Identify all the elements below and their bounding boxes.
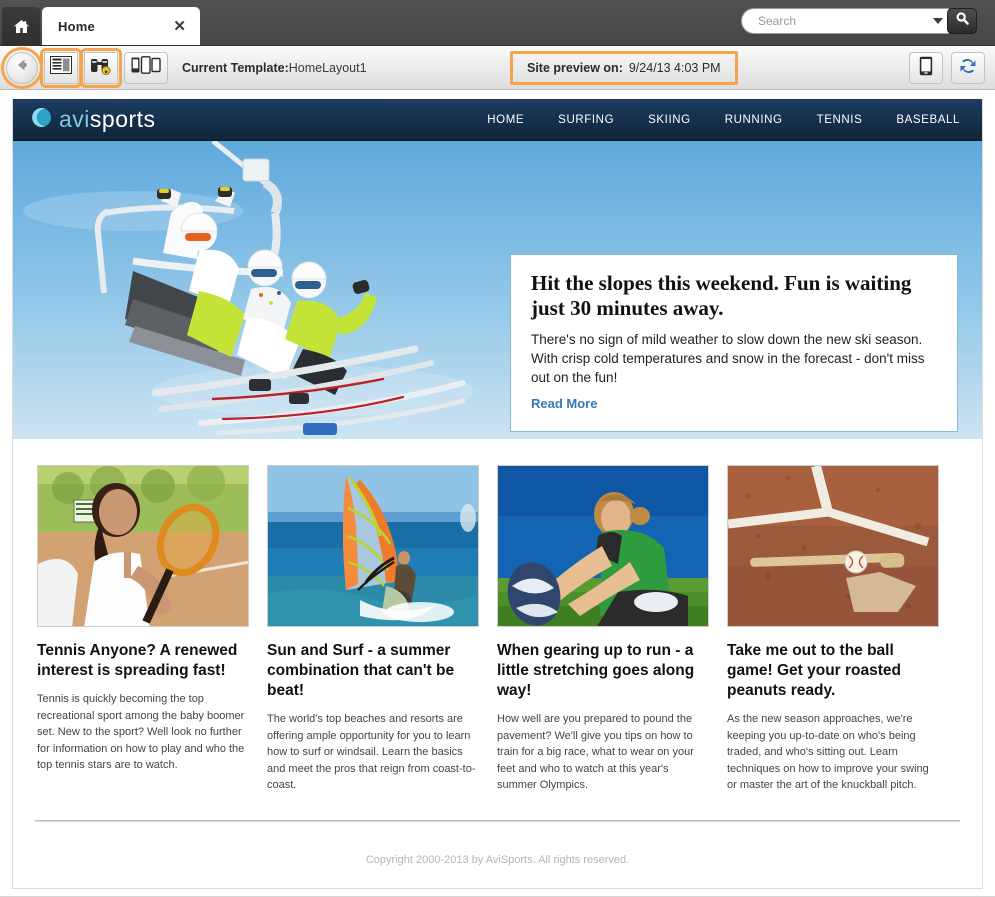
site-logo[interactable]: avisports <box>31 106 156 133</box>
site-preview-canvas: avisports HOME SURFING SKIING RUNNING TE… <box>0 90 995 897</box>
article-image-baseball[interactable] <box>727 465 939 627</box>
site-preview-label: Site preview on: <box>527 61 623 75</box>
current-template-label: Current Template: <box>182 60 289 75</box>
nav-item-tennis[interactable]: TENNIS <box>817 114 863 126</box>
footer-copyright: Copyright 2000-2013 by AviSports. All ri… <box>365 854 630 866</box>
nav-item-baseball[interactable]: BASEBALL <box>896 114 960 126</box>
site-preview-value: 9/24/13 4:03 PM <box>628 61 721 75</box>
home-button[interactable] <box>2 7 40 45</box>
article-image-running[interactable] <box>497 465 709 627</box>
article-title[interactable]: Sun and Surf - a summer combination that… <box>267 641 479 701</box>
toolbar-right-actions <box>909 52 985 84</box>
home-icon <box>13 19 30 34</box>
svg-text:●: ● <box>104 69 108 75</box>
multi-device-icon <box>131 56 161 79</box>
article-card-tennis: Tennis Anyone? A renewed interest is spr… <box>37 465 249 794</box>
hero-headline: Hit the slopes this weekend. Fun is wait… <box>531 271 912 320</box>
site-footer: Copyright 2000-2013 by AviSports. All ri… <box>13 814 982 888</box>
chevron-down-icon[interactable] <box>933 18 943 24</box>
refresh-sync-button[interactable] <box>951 52 985 84</box>
page-layout-icon <box>50 56 72 79</box>
mobile-preview-button[interactable] <box>909 52 943 84</box>
article-image-surfing[interactable] <box>267 465 479 627</box>
multi-device-button[interactable] <box>124 51 168 84</box>
hero-body: There's no sign of mild weather to slow … <box>531 332 925 385</box>
logo-prefix: avi <box>59 106 90 132</box>
site-header: avisports HOME SURFING SKIING RUNNING TE… <box>13 99 982 141</box>
article-body: How well are you prepared to pound the p… <box>497 713 694 791</box>
article-card-surfing: Sun and Surf - a summer combination that… <box>267 465 479 794</box>
rendered-site: avisports HOME SURFING SKIING RUNNING TE… <box>12 99 983 889</box>
tab-home[interactable]: Home ✕ <box>42 7 200 45</box>
back-button[interactable] <box>1 46 43 89</box>
current-template: Current Template:HomeLayout1 <box>182 61 367 75</box>
refresh-sync-icon <box>958 57 978 80</box>
browser-tab-strip: Home ✕ <box>0 0 995 46</box>
article-title[interactable]: Take me out to the ball game! Get your r… <box>727 641 939 701</box>
site-logo-text: avisports <box>59 106 156 133</box>
close-icon[interactable]: ✕ <box>169 19 190 34</box>
article-body: As the new season approaches, we're keep… <box>727 713 929 791</box>
article-card-baseball: Take me out to the ball game! Get your r… <box>727 465 939 794</box>
application-window: Home ✕ Search ● Current Template:HomeLay… <box>0 0 995 897</box>
article-cards: Tennis Anyone? A renewed interest is spr… <box>13 439 982 794</box>
nav-item-home[interactable]: HOME <box>487 114 524 126</box>
site-preview-indicator[interactable]: Site preview on: 9/24/13 4:03 PM <box>510 51 738 85</box>
nav-item-skiing[interactable]: SKIING <box>648 114 691 126</box>
search-button[interactable] <box>947 8 977 34</box>
footer-divider <box>35 820 960 822</box>
hero-banner: Hit the slopes this weekend. Fun is wait… <box>13 141 982 439</box>
current-template-value: HomeLayout1 <box>288 60 367 75</box>
tab-label: Home <box>58 18 95 34</box>
back-arrow-icon <box>14 57 30 78</box>
search-container <box>741 8 977 34</box>
mobile-device-icon <box>919 56 933 81</box>
search-field[interactable] <box>741 8 949 34</box>
article-title[interactable]: When gearing up to run - a little stretc… <box>497 641 709 701</box>
nav-item-surfing[interactable]: SURFING <box>558 114 614 126</box>
hero-promo-card: Hit the slopes this weekend. Fun is wait… <box>510 254 958 432</box>
hero-read-more-link[interactable]: Read More <box>531 396 597 411</box>
article-title[interactable]: Tennis Anyone? A renewed interest is spr… <box>37 641 249 681</box>
article-body: Tennis is quickly becoming the top recre… <box>37 693 245 771</box>
site-navigation: HOME SURFING SKIING RUNNING TENNIS BASEB… <box>487 99 960 141</box>
article-image-tennis[interactable] <box>37 465 249 627</box>
page-layout-button[interactable] <box>40 47 82 88</box>
preview-binoculars-button[interactable]: ● <box>80 47 122 88</box>
search-icon <box>955 11 970 31</box>
article-body: The world's top beaches and resorts are … <box>267 713 476 791</box>
crescent-logo-icon <box>31 107 52 133</box>
editor-toolbar: ● Current Template:HomeLayout1 Site prev… <box>0 46 995 90</box>
article-card-running: When gearing up to run - a little stretc… <box>497 465 709 794</box>
search-input[interactable] <box>756 13 926 29</box>
binoculars-icon: ● <box>90 56 112 80</box>
logo-suffix: sports <box>89 106 156 132</box>
nav-item-running[interactable]: RUNNING <box>725 114 783 126</box>
